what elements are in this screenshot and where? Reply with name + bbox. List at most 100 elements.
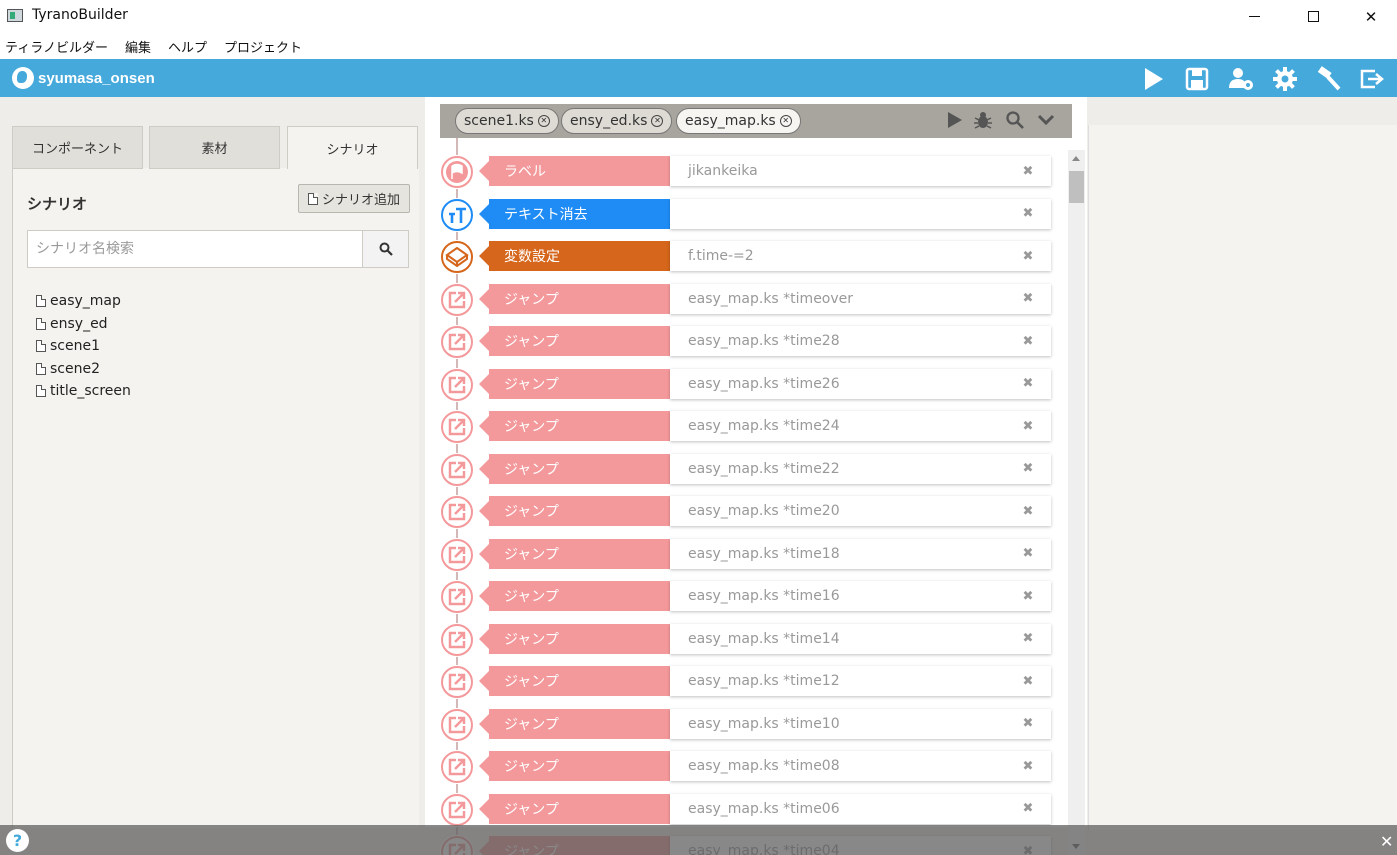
file-tab-easy-map[interactable]: easy_map.ks ✕ [676,108,801,134]
scenario-search-input[interactable] [27,230,363,268]
component-row[interactable]: ジャンプ easy_map.ks *time20 ✖ [440,495,1052,529]
chevron-down-icon[interactable] [1035,109,1057,131]
component-type-label[interactable]: ジャンプ [479,496,670,526]
tab-assets[interactable]: 素材 [149,126,280,169]
tab-scenario[interactable]: シナリオ [287,126,418,169]
component-value[interactable]: easy_map.ks *time24 [670,411,1051,441]
component-value[interactable]: easy_map.ks *time22 [670,453,1051,484]
minimize-button[interactable] [1225,0,1283,33]
delete-icon[interactable]: ✖ [1020,673,1036,689]
delete-icon[interactable]: ✖ [1020,206,1036,222]
debug-bug-icon[interactable] [972,109,994,131]
menu-project[interactable]: プロジェクト [224,37,302,56]
component-row[interactable]: ジャンプ easy_map.ks *time16 ✖ [440,580,1052,614]
file-tab-scene1[interactable]: scene1.ks ✕ [455,108,559,134]
component-type-label[interactable]: ジャンプ [479,666,670,696]
component-row[interactable]: 変数設定 f.time-=2 ✖ [440,240,1052,274]
help-icon[interactable]: ? [6,829,29,852]
play-icon[interactable] [1138,64,1168,94]
component-type-label[interactable]: ジャンプ [479,538,670,569]
component-type-label[interactable]: ジャンプ [479,411,670,441]
scroll-up-arrow[interactable] [1072,156,1080,161]
run-icon[interactable] [943,109,965,131]
component-row[interactable]: ジャンプ easy_map.ks *time28 ✖ [440,325,1052,359]
component-type-label[interactable]: ジャンプ [479,581,670,611]
delete-icon[interactable]: ✖ [1020,631,1036,647]
hammer-icon[interactable] [1314,64,1344,94]
delete-icon[interactable]: ✖ [1020,418,1036,434]
component-type-label[interactable]: ラベル [479,156,670,186]
component-value[interactable]: easy_map.ks *time16 [670,581,1051,611]
component-row[interactable]: ジャンプ easy_map.ks *time14 ✖ [440,622,1052,657]
export-icon[interactable] [1357,64,1387,94]
component-type-label[interactable]: ジャンプ [479,623,670,654]
component-type-label[interactable]: ジャンプ [479,793,670,824]
component-type-label[interactable]: ジャンプ [479,453,670,484]
component-row[interactable]: ジャンプ easy_map.ks *time18 ✖ [440,537,1052,572]
component-value[interactable]: f.time-=2 [670,241,1051,271]
list-item[interactable]: ensy_ed [36,313,131,336]
users-gear-icon[interactable] [1226,64,1256,94]
component-value[interactable]: easy_map.ks *time10 [670,708,1051,739]
menu-tyranobuilder[interactable]: ティラノビルダー [5,37,108,56]
delete-icon[interactable]: ✖ [1020,163,1036,179]
delete-icon[interactable]: ✖ [1020,546,1036,562]
component-type-label[interactable]: ジャンプ [479,283,670,314]
component-value[interactable]: easy_map.ks *timeover [670,283,1051,314]
add-scenario-button[interactable]: シナリオ追加 [298,184,410,213]
list-item[interactable]: scene2 [36,358,131,381]
component-value[interactable]: easy_map.ks *time26 [670,368,1051,399]
delete-icon[interactable]: ✖ [1020,376,1036,392]
component-row[interactable]: ジャンプ easy_map.ks *time10 ✖ [440,707,1052,742]
component-row[interactable]: ジャンプ easy_map.ks *time22 ✖ [440,452,1052,487]
component-value[interactable]: easy_map.ks *time18 [670,538,1051,569]
delete-icon[interactable]: ✖ [1020,291,1036,307]
component-row[interactable]: テキスト消去 ✖ [440,197,1052,232]
component-type-label[interactable]: ジャンプ [479,326,670,356]
component-row[interactable]: ジャンプ easy_map.ks *time26 ✖ [440,367,1052,402]
list-item[interactable]: easy_map [36,290,131,313]
delete-icon[interactable]: ✖ [1020,333,1036,349]
delete-icon[interactable]: ✖ [1020,801,1036,817]
delete-icon[interactable]: ✖ [1020,716,1036,732]
component-type-label[interactable]: ジャンプ [479,708,670,739]
close-tab-icon[interactable]: ✕ [537,115,550,127]
save-icon[interactable] [1182,64,1212,94]
component-row[interactable]: ジャンプ easy_map.ks *time08 ✖ [440,750,1052,784]
editor-scrollbar[interactable] [1068,150,1085,855]
search-icon[interactable] [1004,109,1026,131]
list-item[interactable]: scene1 [36,335,131,358]
delete-icon[interactable]: ✖ [1020,503,1036,519]
component-value[interactable] [670,198,1051,229]
component-value[interactable]: easy_map.ks *time06 [670,793,1051,824]
component-value[interactable]: easy_map.ks *time12 [670,666,1051,696]
close-tab-icon[interactable]: ✕ [651,115,664,127]
component-row[interactable]: ラベル jikankeika ✖ [440,155,1052,189]
file-tab-ensy-ed[interactable]: ensy_ed.ks ✕ [561,108,673,134]
maximize-button[interactable] [1284,0,1342,33]
component-value[interactable]: easy_map.ks *time08 [670,751,1051,781]
gear-icon[interactable] [1270,64,1300,94]
scroll-thumb[interactable] [1069,171,1084,203]
close-button[interactable]: ✕ [1342,0,1397,33]
component-type-label[interactable]: ジャンプ [479,368,670,399]
component-type-label[interactable]: テキスト消去 [479,198,670,229]
delete-icon[interactable]: ✖ [1020,461,1036,477]
tab-components[interactable]: コンポーネント [12,126,143,169]
menu-edit[interactable]: 編集 [125,37,151,56]
component-row[interactable]: ジャンプ easy_map.ks *time06 ✖ [440,792,1052,827]
close-icon[interactable]: ✕ [1380,832,1393,851]
component-row[interactable]: ジャンプ easy_map.ks *timeover ✖ [440,282,1052,317]
close-tab-icon[interactable]: ✕ [779,115,792,127]
component-row[interactable]: ジャンプ easy_map.ks *time24 ✖ [440,410,1052,444]
component-type-label[interactable]: ジャンプ [479,751,670,781]
menu-help[interactable]: ヘルプ [168,37,207,56]
component-value[interactable]: easy_map.ks *time14 [670,623,1051,654]
component-value[interactable]: easy_map.ks *time28 [670,326,1051,356]
component-value[interactable]: jikankeika [670,156,1051,186]
delete-icon[interactable]: ✖ [1020,588,1036,604]
list-item[interactable]: title_screen [36,380,131,403]
component-type-label[interactable]: 変数設定 [479,241,670,271]
component-row[interactable]: ジャンプ easy_map.ks *time12 ✖ [440,665,1052,699]
search-button[interactable] [362,230,409,268]
